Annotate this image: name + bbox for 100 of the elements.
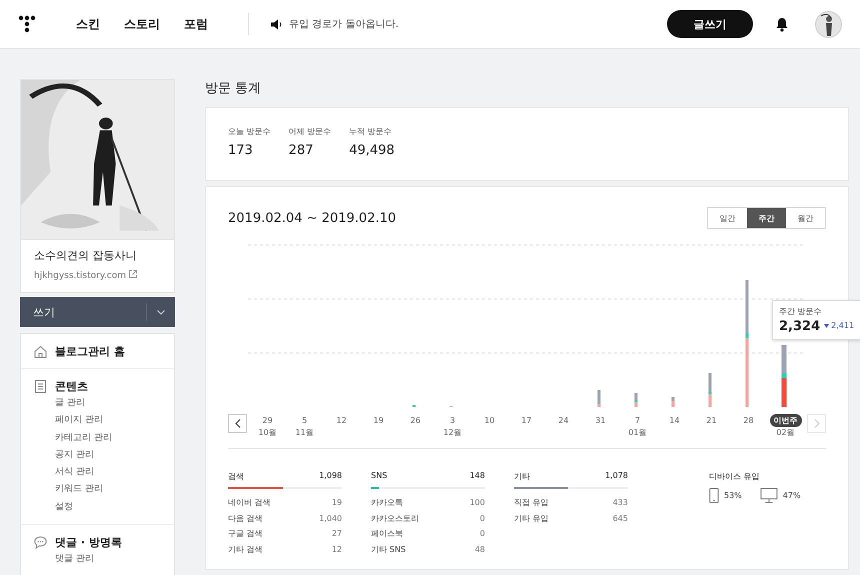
tooltip-value: 2,324 bbox=[779, 319, 820, 334]
source-label: 네이버 검색 bbox=[228, 497, 271, 509]
current-week-badge: 이번주 bbox=[770, 414, 802, 427]
week-label: 17 bbox=[521, 415, 532, 427]
source-title: 검색 bbox=[228, 471, 244, 483]
source-value: 1,040 bbox=[319, 512, 342, 524]
source-value: 0 bbox=[480, 512, 485, 524]
source-value: 100 bbox=[470, 497, 485, 509]
week-label: 3 bbox=[450, 415, 456, 427]
week-label: 19 bbox=[373, 415, 384, 427]
source-value: 0 bbox=[480, 528, 485, 540]
month-label: 01월 bbox=[628, 427, 647, 438]
date-range: 2019.02.04 ~ 2019.02.10 bbox=[228, 210, 396, 226]
external-link-icon[interactable] bbox=[128, 270, 137, 278]
previous-value: 2,411 bbox=[831, 321, 854, 330]
monitor-icon bbox=[760, 488, 778, 503]
device-title: 디바이스 유입 bbox=[709, 471, 761, 483]
week-label: 29 bbox=[262, 415, 273, 427]
week-label: 28 bbox=[743, 415, 754, 427]
source-label: 구글 검색 bbox=[228, 528, 263, 540]
menu-heading[interactable]: 블로그관리 홈 bbox=[55, 344, 125, 358]
page-title: 방문 통계 bbox=[205, 80, 262, 97]
source-label: 카카오톡 bbox=[371, 497, 403, 509]
home-icon bbox=[34, 344, 47, 358]
source-value: 19 bbox=[332, 497, 342, 509]
source-label: 다음 검색 bbox=[228, 512, 263, 524]
menu-heading[interactable]: 콘텐츠 bbox=[55, 378, 88, 394]
device-share: 53% bbox=[724, 491, 742, 500]
avatar[interactable] bbox=[815, 10, 842, 38]
source-total: 148 bbox=[470, 471, 485, 482]
source-label: 기타 SNS bbox=[371, 544, 406, 556]
menu-item[interactable]: 키워드 관리 bbox=[55, 481, 174, 499]
source-label: 카카오스토리 bbox=[371, 512, 419, 524]
chevron-down-icon bbox=[157, 310, 165, 314]
source-label: 기타 유입 bbox=[514, 512, 549, 524]
week-label: 21 bbox=[706, 415, 717, 427]
stat-value: 287 bbox=[288, 143, 314, 158]
source-label: 기타 검색 bbox=[228, 544, 263, 556]
source-total: 1,098 bbox=[319, 471, 342, 482]
source-value: 12 bbox=[332, 544, 342, 556]
blog-name[interactable]: 소수의견의 잡동사니 bbox=[34, 248, 161, 263]
month-label: 10월 bbox=[258, 427, 277, 438]
stat-value: 49,498 bbox=[349, 143, 395, 158]
stacked-bar bbox=[782, 345, 786, 407]
month-label: 02월 bbox=[776, 427, 795, 438]
stat-label: 오늘 방문수 bbox=[228, 126, 271, 137]
stacked-bar bbox=[634, 393, 638, 407]
menu-heading[interactable]: 댓글 · 방명록 bbox=[55, 534, 122, 550]
notice-text[interactable]: 유입 경로가 돌아옵니다. bbox=[289, 17, 399, 31]
menu-item[interactable]: 댓글 관리 bbox=[55, 551, 174, 568]
stat-value: 173 bbox=[228, 143, 254, 158]
month-label: 12월 bbox=[443, 427, 462, 438]
stat-label: 누적 방문수 bbox=[349, 126, 393, 137]
source-title: 기타 bbox=[514, 471, 530, 483]
week-label: 12 bbox=[336, 415, 347, 427]
nav-link[interactable]: 포럼 bbox=[184, 16, 208, 32]
device-share: 47% bbox=[782, 491, 801, 500]
previous-button[interactable] bbox=[228, 414, 247, 433]
week-label: 14 bbox=[669, 415, 680, 427]
tooltip-label: 주간 방문수 bbox=[779, 306, 823, 317]
nav-link[interactable]: 스토리 bbox=[124, 16, 160, 32]
week-label: 24 bbox=[558, 415, 569, 427]
menu-item[interactable]: 카테고리 관리 bbox=[55, 430, 174, 447]
source-total: 1,078 bbox=[605, 471, 628, 482]
menu-item[interactable]: 글 관리 bbox=[55, 395, 174, 412]
source-title: SNS bbox=[371, 471, 388, 482]
stacked-bar bbox=[598, 390, 600, 407]
source-value: 48 bbox=[474, 544, 485, 556]
source-value: 433 bbox=[612, 497, 628, 509]
chevron-right-icon bbox=[814, 419, 820, 428]
period-tab[interactable]: 주간 bbox=[747, 208, 786, 228]
write-post-button[interactable]: 글쓰기 bbox=[667, 10, 753, 38]
down-triangle-icon bbox=[824, 324, 830, 328]
menu-item[interactable]: 페이지 관리 bbox=[55, 412, 174, 430]
stacked-bar bbox=[672, 397, 674, 407]
menu-item[interactable]: 공지 관리 bbox=[55, 446, 174, 464]
logo-icon[interactable] bbox=[18, 15, 36, 33]
write-button[interactable]: 쓰기 bbox=[20, 297, 146, 327]
stacked-bar bbox=[708, 373, 712, 407]
menu-item[interactable]: 설정 bbox=[55, 498, 174, 516]
speaker-icon bbox=[271, 18, 283, 30]
month-label: 11월 bbox=[295, 427, 314, 438]
speech-bubble-icon bbox=[34, 536, 47, 549]
source-value: 645 bbox=[612, 512, 628, 524]
bell-icon[interactable] bbox=[775, 16, 789, 32]
nav-link[interactable]: 스킨 bbox=[76, 16, 100, 32]
source-label: 직접 유입 bbox=[514, 497, 549, 509]
source-value: 27 bbox=[332, 528, 342, 540]
week-label: 7 bbox=[634, 415, 640, 427]
week-label: 26 bbox=[410, 415, 421, 427]
smartphone-icon bbox=[709, 488, 719, 503]
source-label: 페이스북 bbox=[371, 528, 403, 540]
week-label: 31 bbox=[595, 415, 606, 427]
week-label: 5 bbox=[302, 415, 308, 427]
week-label: 10 bbox=[484, 415, 495, 427]
chevron-left-icon bbox=[234, 419, 240, 428]
document-icon bbox=[34, 380, 47, 392]
blog-url-link[interactable]: hjkhgyss.tistory.com bbox=[34, 271, 126, 281]
menu-item[interactable]: 서식 관리 bbox=[55, 464, 174, 482]
stat-label: 어제 방문수 bbox=[288, 126, 332, 137]
